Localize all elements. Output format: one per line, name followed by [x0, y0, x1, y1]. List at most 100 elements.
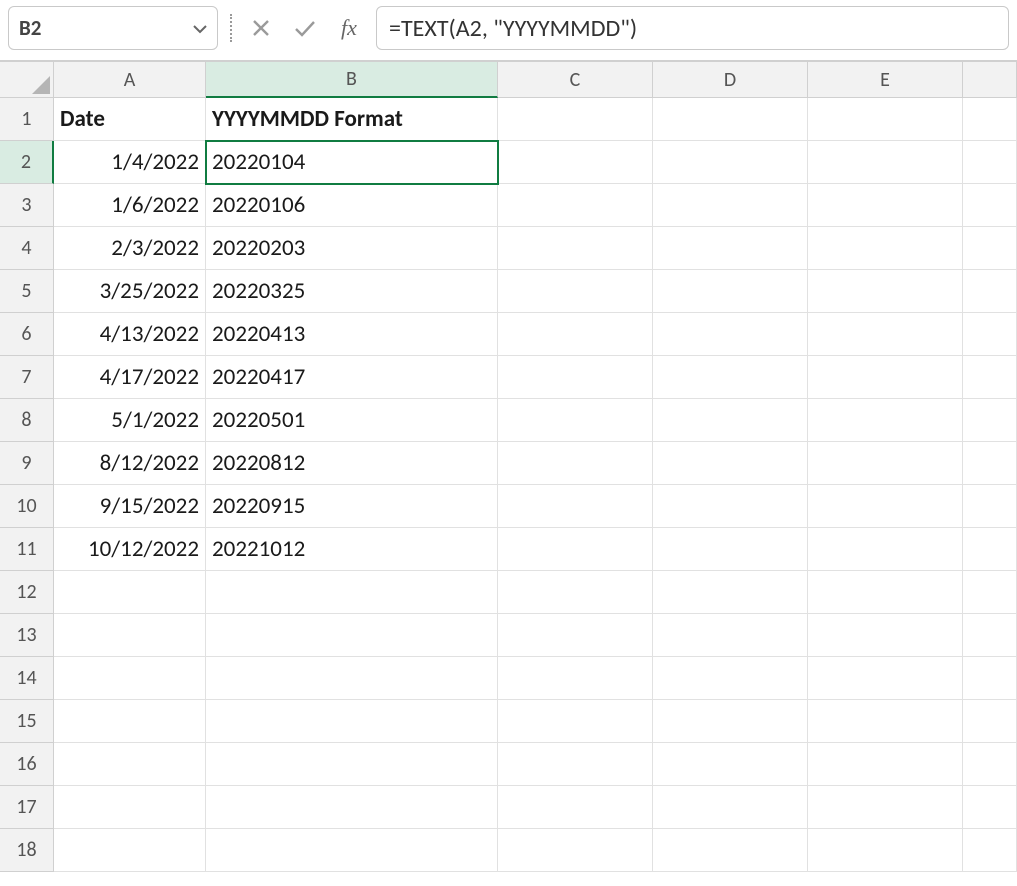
col-head-B[interactable]: B — [206, 62, 498, 98]
cancel-icon[interactable] — [244, 11, 278, 45]
cell-partial-2[interactable] — [963, 141, 1017, 184]
cell-A4[interactable]: 2/3/2022 — [54, 227, 206, 270]
cell-D8[interactable] — [653, 399, 808, 442]
cell-B14[interactable] — [206, 657, 498, 700]
cell-A1[interactable]: Date — [54, 98, 206, 141]
cell-partial-10[interactable] — [963, 485, 1017, 528]
cell-D14[interactable] — [653, 657, 808, 700]
row-head-8[interactable]: 8 — [0, 399, 54, 442]
cell-D3[interactable] — [653, 184, 808, 227]
cell-C2[interactable] — [498, 141, 653, 184]
cell-D12[interactable] — [653, 571, 808, 614]
cell-B17[interactable] — [206, 786, 498, 829]
cell-B12[interactable] — [206, 571, 498, 614]
cell-D17[interactable] — [653, 786, 808, 829]
cell-A12[interactable] — [54, 571, 206, 614]
cell-partial-11[interactable] — [963, 528, 1017, 571]
cell-partial-15[interactable] — [963, 700, 1017, 743]
row-head-16[interactable]: 16 — [0, 743, 54, 786]
cell-E5[interactable] — [808, 270, 963, 313]
cell-partial-14[interactable] — [963, 657, 1017, 700]
cell-A11[interactable]: 10/12/2022 — [54, 528, 206, 571]
row-head-14[interactable]: 14 — [0, 657, 54, 700]
cell-E6[interactable] — [808, 313, 963, 356]
cell-partial-17[interactable] — [963, 786, 1017, 829]
select-all-corner[interactable] — [0, 62, 54, 98]
col-head-E[interactable]: E — [808, 62, 963, 98]
cell-C17[interactable] — [498, 786, 653, 829]
cell-B2[interactable]: 20220104 — [206, 141, 498, 184]
col-head-D[interactable]: D — [653, 62, 808, 98]
row-head-7[interactable]: 7 — [0, 356, 54, 399]
cell-D10[interactable] — [653, 485, 808, 528]
row-head-9[interactable]: 9 — [0, 442, 54, 485]
name-box[interactable]: B2 — [8, 6, 218, 50]
cell-partial-16[interactable] — [963, 743, 1017, 786]
cell-A7[interactable]: 4/17/2022 — [54, 356, 206, 399]
cell-partial-4[interactable] — [963, 227, 1017, 270]
cell-D11[interactable] — [653, 528, 808, 571]
cell-A17[interactable] — [54, 786, 206, 829]
cell-partial-3[interactable] — [963, 184, 1017, 227]
cell-A8[interactable]: 5/1/2022 — [54, 399, 206, 442]
cell-D18[interactable] — [653, 829, 808, 872]
cell-E2[interactable] — [808, 141, 963, 184]
cell-C18[interactable] — [498, 829, 653, 872]
row-head-3[interactable]: 3 — [0, 184, 54, 227]
cell-C8[interactable] — [498, 399, 653, 442]
cell-A15[interactable] — [54, 700, 206, 743]
cell-partial-6[interactable] — [963, 313, 1017, 356]
cell-B13[interactable] — [206, 614, 498, 657]
cell-D13[interactable] — [653, 614, 808, 657]
cell-B9[interactable]: 20220812 — [206, 442, 498, 485]
cell-C9[interactable] — [498, 442, 653, 485]
cell-A9[interactable]: 8/12/2022 — [54, 442, 206, 485]
cell-E18[interactable] — [808, 829, 963, 872]
row-head-12[interactable]: 12 — [0, 571, 54, 614]
cell-B7[interactable]: 20220417 — [206, 356, 498, 399]
cell-partial-5[interactable] — [963, 270, 1017, 313]
col-head-A[interactable]: A — [54, 62, 206, 98]
cell-partial-1[interactable] — [963, 98, 1017, 141]
cell-C10[interactable] — [498, 485, 653, 528]
cell-A16[interactable] — [54, 743, 206, 786]
cell-B18[interactable] — [206, 829, 498, 872]
cell-A2[interactable]: 1/4/2022 — [54, 141, 206, 184]
formula-input[interactable]: =TEXT(A2, "YYYYMMDD") — [376, 6, 1009, 50]
cell-C1[interactable] — [498, 98, 653, 141]
cell-A6[interactable]: 4/13/2022 — [54, 313, 206, 356]
cell-E1[interactable] — [808, 98, 963, 141]
cell-B6[interactable]: 20220413 — [206, 313, 498, 356]
row-head-17[interactable]: 17 — [0, 786, 54, 829]
cell-E7[interactable] — [808, 356, 963, 399]
col-head-C[interactable]: C — [498, 62, 653, 98]
row-head-5[interactable]: 5 — [0, 270, 54, 313]
cell-partial-7[interactable] — [963, 356, 1017, 399]
cell-A18[interactable] — [54, 829, 206, 872]
cell-E15[interactable] — [808, 700, 963, 743]
cell-B15[interactable] — [206, 700, 498, 743]
cell-C3[interactable] — [498, 184, 653, 227]
cell-A10[interactable]: 9/15/2022 — [54, 485, 206, 528]
cell-E11[interactable] — [808, 528, 963, 571]
cell-B4[interactable]: 20220203 — [206, 227, 498, 270]
cell-A14[interactable] — [54, 657, 206, 700]
cell-E13[interactable] — [808, 614, 963, 657]
cell-D7[interactable] — [653, 356, 808, 399]
cell-D15[interactable] — [653, 700, 808, 743]
cell-A13[interactable] — [54, 614, 206, 657]
cell-E4[interactable] — [808, 227, 963, 270]
row-head-2[interactable]: 2 — [0, 141, 54, 184]
cell-D2[interactable] — [653, 141, 808, 184]
row-head-4[interactable]: 4 — [0, 227, 54, 270]
cell-B1[interactable]: YYYYMMDD Format — [206, 98, 498, 141]
row-head-11[interactable]: 11 — [0, 528, 54, 571]
cell-D16[interactable] — [653, 743, 808, 786]
spreadsheet-grid[interactable]: ABCDE 1DateYYYYMMDD Format 21/4/2022202201… — [0, 62, 1017, 872]
cell-D9[interactable] — [653, 442, 808, 485]
cell-E10[interactable] — [808, 485, 963, 528]
cell-B8[interactable]: 20220501 — [206, 399, 498, 442]
row-head-1[interactable]: 1 — [0, 98, 54, 141]
cell-A3[interactable]: 1/6/2022 — [54, 184, 206, 227]
cell-C12[interactable] — [498, 571, 653, 614]
